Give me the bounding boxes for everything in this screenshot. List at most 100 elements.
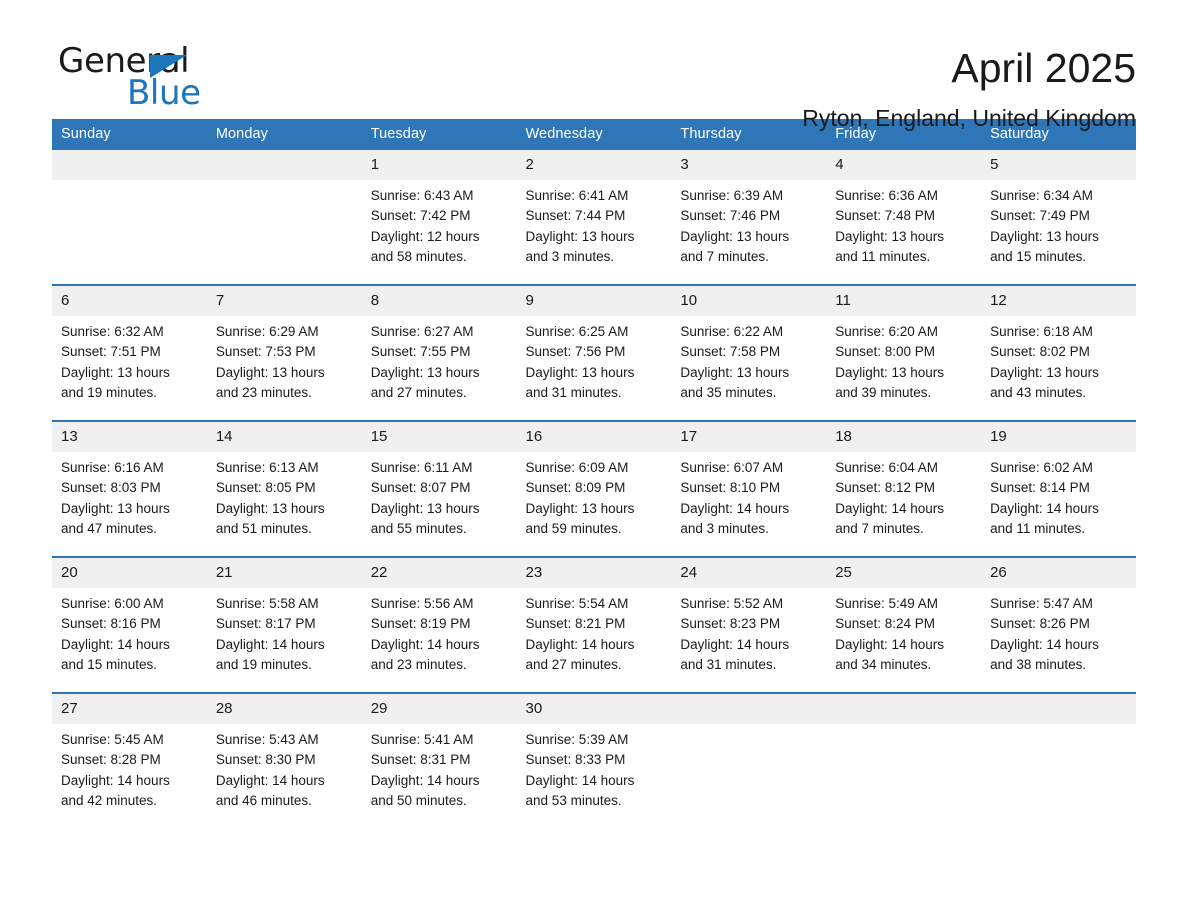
day-cell[interactable]: Sunrise: 6:09 AM Sunset: 8:09 PM Dayligh… <box>516 452 672 557</box>
sunset-text: Sunset: 7:48 PM <box>835 208 936 224</box>
sunset-text: Sunset: 7:44 PM <box>525 208 626 224</box>
day-number[interactable] <box>671 692 827 724</box>
day-number[interactable]: 29 <box>361 692 517 724</box>
day-number[interactable]: 7 <box>206 284 362 316</box>
daylight-text-2: and 50 minutes. <box>370 792 467 808</box>
week-row: 13 14 15 16 17 18 19 <box>52 420 1136 452</box>
day-cell[interactable]: Sunrise: 6:18 AM Sunset: 8:02 PM Dayligh… <box>981 316 1136 421</box>
day-number[interactable]: 17 <box>671 420 827 452</box>
daylight-text-1: Daylight: 14 hours <box>61 772 170 788</box>
day-number[interactable]: 22 <box>361 556 517 588</box>
day-number[interactable]: 15 <box>361 420 517 452</box>
day-number[interactable]: 12 <box>981 284 1136 316</box>
day-number[interactable] <box>206 150 362 180</box>
day-cell[interactable]: Sunrise: 5:43 AM Sunset: 8:30 PM Dayligh… <box>206 724 362 829</box>
generalblue-logo[interactable]: General Blue <box>52 42 312 112</box>
day-cell[interactable]: Sunrise: 5:41 AM Sunset: 8:31 PM Dayligh… <box>361 724 517 829</box>
day-cell[interactable]: Sunrise: 6:02 AM Sunset: 8:14 PM Dayligh… <box>981 452 1136 557</box>
daylight-text-1: Daylight: 14 hours <box>680 636 790 652</box>
day-cell[interactable]: Sunrise: 5:45 AM Sunset: 8:28 PM Dayligh… <box>52 724 207 829</box>
day-cell[interactable]: Sunrise: 6:39 AM Sunset: 7:46 PM Dayligh… <box>671 180 827 285</box>
day-cell[interactable]: Sunrise: 6:11 AM Sunset: 8:07 PM Dayligh… <box>361 452 517 557</box>
day-number[interactable]: 24 <box>671 556 827 588</box>
day-cell[interactable] <box>671 724 827 829</box>
daylight-text-1: Daylight: 12 hours <box>370 228 480 244</box>
sunset-text: Sunset: 8:24 PM <box>835 616 936 632</box>
daylight-text-1: Daylight: 13 hours <box>61 500 170 516</box>
sunrise-text: Sunrise: 5:49 AM <box>835 596 939 611</box>
daylight-text-1: Daylight: 14 hours <box>990 500 1099 516</box>
day-number[interactable]: 5 <box>981 150 1136 180</box>
day-number[interactable]: 2 <box>516 150 672 180</box>
sunrise-text: Sunrise: 5:58 AM <box>215 596 319 611</box>
day-number[interactable]: 30 <box>516 692 672 724</box>
day-cell[interactable] <box>52 180 207 285</box>
day-cell[interactable]: Sunrise: 5:52 AM Sunset: 8:23 PM Dayligh… <box>671 588 827 693</box>
day-cell[interactable]: Sunrise: 6:07 AM Sunset: 8:10 PM Dayligh… <box>671 452 827 557</box>
sunrise-sunset-calendar: Sunday Monday Tuesday Wednesday Thursday… <box>52 119 1136 829</box>
day-number[interactable]: 9 <box>516 284 672 316</box>
day-number[interactable]: 26 <box>981 556 1136 588</box>
day-number[interactable]: 16 <box>516 420 672 452</box>
day-number[interactable]: 11 <box>826 284 982 316</box>
sunset-text: Sunset: 7:55 PM <box>370 344 471 360</box>
daylight-text-1: Daylight: 14 hours <box>990 636 1099 652</box>
day-cell[interactable]: Sunrise: 5:39 AM Sunset: 8:33 PM Dayligh… <box>516 724 672 829</box>
daylight-text-1: Daylight: 14 hours <box>525 772 635 788</box>
day-number[interactable]: 28 <box>206 692 362 724</box>
day-cell[interactable]: Sunrise: 5:56 AM Sunset: 8:19 PM Dayligh… <box>361 588 517 693</box>
daylight-text-1: Daylight: 14 hours <box>835 500 945 516</box>
day-number[interactable]: 4 <box>826 150 982 180</box>
day-cell[interactable]: Sunrise: 6:00 AM Sunset: 8:16 PM Dayligh… <box>52 588 207 693</box>
day-cell[interactable]: Sunrise: 6:29 AM Sunset: 7:53 PM Dayligh… <box>206 316 362 421</box>
day-cell[interactable]: Sunrise: 5:58 AM Sunset: 8:17 PM Dayligh… <box>206 588 362 693</box>
day-cell[interactable]: Sunrise: 6:22 AM Sunset: 7:58 PM Dayligh… <box>671 316 827 421</box>
day-number[interactable]: 23 <box>516 556 672 588</box>
day-cell[interactable] <box>981 724 1136 829</box>
day-number[interactable]: 20 <box>52 556 207 588</box>
day-number[interactable] <box>826 692 982 724</box>
day-number[interactable]: 25 <box>826 556 982 588</box>
daylight-text-1: Daylight: 13 hours <box>61 364 170 380</box>
daylight-text-1: Daylight: 13 hours <box>680 364 790 380</box>
day-number[interactable]: 3 <box>671 150 827 180</box>
day-cell[interactable]: Sunrise: 6:25 AM Sunset: 7:56 PM Dayligh… <box>516 316 672 421</box>
daylight-text-1: Daylight: 13 hours <box>215 364 325 380</box>
day-number[interactable]: 19 <box>981 420 1136 452</box>
day-cell[interactable]: Sunrise: 5:54 AM Sunset: 8:21 PM Dayligh… <box>516 588 672 693</box>
day-cell[interactable]: Sunrise: 6:32 AM Sunset: 7:51 PM Dayligh… <box>52 316 207 421</box>
day-cell[interactable]: Sunrise: 5:49 AM Sunset: 8:24 PM Dayligh… <box>826 588 982 693</box>
sunrise-text: Sunrise: 6:02 AM <box>990 460 1093 475</box>
day-number[interactable]: 8 <box>361 284 517 316</box>
day-number[interactable]: 6 <box>52 284 207 316</box>
day-number[interactable]: 1 <box>361 150 517 180</box>
day-number[interactable] <box>981 692 1136 724</box>
day-number[interactable]: 13 <box>52 420 207 452</box>
sunset-text: Sunset: 7:56 PM <box>525 344 626 360</box>
day-number[interactable]: 10 <box>671 284 827 316</box>
day-number[interactable]: 14 <box>206 420 362 452</box>
day-cell[interactable] <box>206 180 362 285</box>
day-number[interactable]: 18 <box>826 420 982 452</box>
day-cell[interactable]: Sunrise: 6:20 AM Sunset: 8:00 PM Dayligh… <box>826 316 982 421</box>
day-cell[interactable]: Sunrise: 6:04 AM Sunset: 8:12 PM Dayligh… <box>826 452 982 557</box>
sunrise-text: Sunrise: 6:18 AM <box>990 324 1093 339</box>
daylight-text-1: Daylight: 14 hours <box>525 636 635 652</box>
day-cell[interactable]: Sunrise: 6:34 AM Sunset: 7:49 PM Dayligh… <box>981 180 1136 285</box>
sunset-text: Sunset: 7:49 PM <box>990 208 1090 224</box>
week-detail-row: Sunrise: 6:32 AM Sunset: 7:51 PM Dayligh… <box>52 316 1136 421</box>
day-cell[interactable]: Sunrise: 6:43 AM Sunset: 7:42 PM Dayligh… <box>361 180 517 285</box>
sunset-text: Sunset: 8:21 PM <box>525 616 626 632</box>
day-cell[interactable]: Sunrise: 6:16 AM Sunset: 8:03 PM Dayligh… <box>52 452 207 557</box>
day-cell[interactable] <box>826 724 982 829</box>
day-cell[interactable]: Sunrise: 5:47 AM Sunset: 8:26 PM Dayligh… <box>981 588 1136 693</box>
day-number[interactable] <box>52 150 207 180</box>
day-number[interactable]: 27 <box>52 692 207 724</box>
day-cell[interactable]: Sunrise: 6:13 AM Sunset: 8:05 PM Dayligh… <box>206 452 362 557</box>
sunrise-text: Sunrise: 6:36 AM <box>835 188 939 203</box>
day-cell[interactable]: Sunrise: 6:41 AM Sunset: 7:44 PM Dayligh… <box>516 180 672 285</box>
day-cell[interactable]: Sunrise: 6:36 AM Sunset: 7:48 PM Dayligh… <box>826 180 982 285</box>
day-number[interactable]: 21 <box>206 556 362 588</box>
day-cell[interactable]: Sunrise: 6:27 AM Sunset: 7:55 PM Dayligh… <box>361 316 517 421</box>
daylight-text-1: Daylight: 14 hours <box>835 636 945 652</box>
